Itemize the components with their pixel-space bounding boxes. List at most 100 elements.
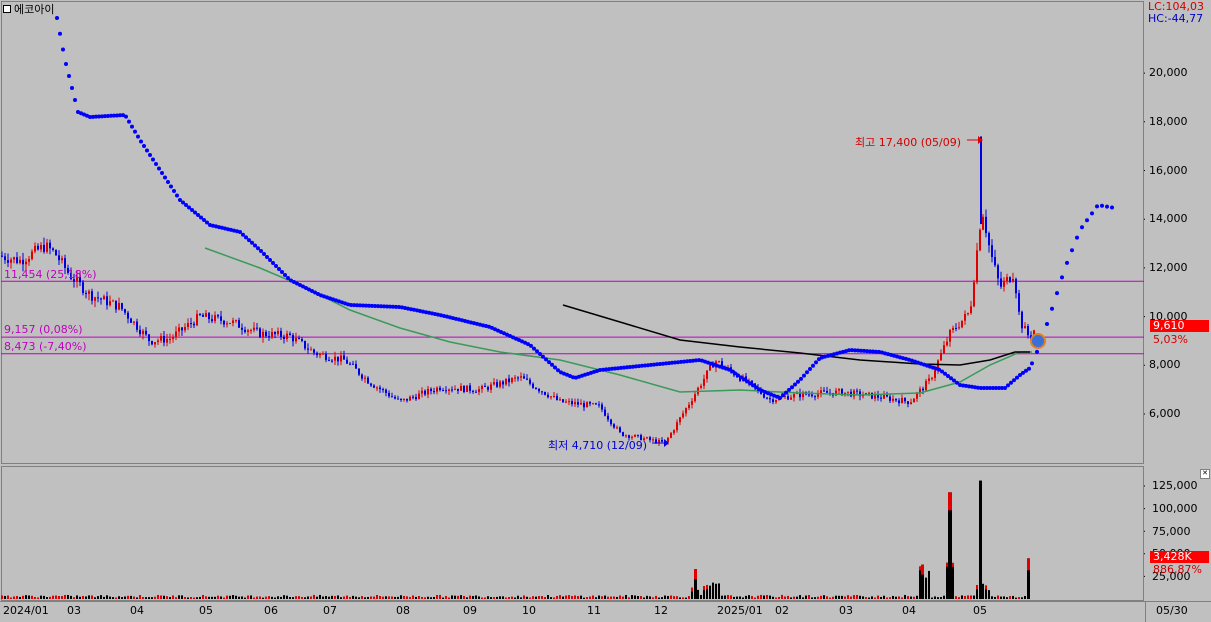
low-annotation: 최저 4,710 (12/09) <box>548 439 648 452</box>
volume-bar <box>892 595 894 599</box>
volume-bar <box>697 589 699 599</box>
volume-bar-cap <box>898 596 900 599</box>
volume-bar <box>841 595 843 599</box>
volume-bar-cap <box>49 596 51 599</box>
volume-bar-cap <box>511 596 513 599</box>
volume-bar-cap <box>256 596 258 599</box>
volume-bar-cap <box>55 595 57 599</box>
volume-bar-cap <box>424 597 426 599</box>
volume-bar-cap <box>373 596 375 599</box>
volume-bar <box>274 597 276 599</box>
volume-bar <box>169 597 171 599</box>
close-icon[interactable]: ✕ <box>1200 469 1210 479</box>
price-tick: 6,000 <box>1149 407 1181 420</box>
volume-bar <box>643 597 645 599</box>
volume-bar <box>355 596 357 599</box>
volume-bar-cap <box>205 596 207 599</box>
volume-bar <box>895 596 897 599</box>
volume-bar-cap <box>82 595 84 599</box>
volume-bar-cap <box>1009 596 1011 599</box>
volume-bar <box>535 596 537 599</box>
chart-title[interactable]: 에코아이 <box>3 2 55 16</box>
volume-bar-cap <box>970 595 972 599</box>
volume-bar <box>478 596 480 599</box>
volume-bar-cap <box>967 595 969 599</box>
volume-bar <box>859 595 861 599</box>
date-tick: 2025/01 <box>717 604 763 617</box>
volume-bar <box>1000 596 1002 599</box>
volume-bar <box>76 595 78 599</box>
volume-bar-cap <box>259 596 261 599</box>
volume-bar <box>145 597 147 599</box>
volume-bar <box>415 596 417 599</box>
volume-bar <box>319 594 321 599</box>
volume-bar-cap <box>787 595 789 599</box>
volume-bar-cap <box>589 596 591 599</box>
volume-bar-cap <box>439 594 441 599</box>
volume-bar <box>19 596 21 599</box>
volume-tick: 75,000 <box>1152 525 1191 538</box>
volume-bar-cap <box>523 595 525 599</box>
volume-bar <box>136 597 138 599</box>
volume-bar-cap <box>310 596 312 599</box>
volume-bar <box>100 595 102 599</box>
volume-bar <box>880 596 882 599</box>
volume-bar <box>721 595 723 599</box>
volume-bar <box>367 596 369 599</box>
volume-bar-cap <box>976 585 978 590</box>
volume-bar-cap <box>619 595 621 599</box>
volume-bar-cap <box>139 595 141 599</box>
volume-bar-cap <box>847 595 849 599</box>
volume-bar-cap <box>484 597 486 599</box>
volume-bar-cap <box>751 596 753 599</box>
volume-bar-cap <box>694 569 697 580</box>
volume-bar <box>241 596 243 599</box>
chart-window: 에코아이 LC:104,03 HC:-44,77 20,000 18,000 1… <box>0 0 1211 622</box>
volume-bar-cap <box>952 562 954 567</box>
volume-bar-cap <box>886 597 888 599</box>
current-price-tag: 9,610 <box>1150 320 1209 332</box>
volume-bar <box>724 595 726 599</box>
volume-bar <box>283 595 285 599</box>
volume-bar-cap <box>481 597 483 599</box>
volume-bar <box>994 596 996 599</box>
volume-bar <box>616 596 618 599</box>
volume-bar <box>475 595 477 599</box>
date-tick: 02 <box>775 604 789 617</box>
volume-bar <box>109 596 111 599</box>
volume-bar <box>232 595 234 599</box>
volume-bar <box>271 596 273 599</box>
volume-bar <box>598 595 600 599</box>
volume-bar <box>685 597 687 599</box>
volume-bar-cap <box>64 595 66 599</box>
volume-bar <box>736 596 738 599</box>
volume-bar <box>103 596 105 599</box>
volume-bar <box>502 596 504 599</box>
volume-bar <box>79 596 81 599</box>
volume-bar <box>1003 596 1005 599</box>
volume-bar <box>286 595 288 599</box>
volume-bar <box>595 597 597 599</box>
volume-bar <box>220 596 222 599</box>
volume-bar <box>121 597 123 599</box>
volume-bar-cap <box>391 596 393 599</box>
volume-chart[interactable] <box>0 0 1145 601</box>
price-tick: 20,000 <box>1149 66 1188 79</box>
price-tick: 8,000 <box>1149 358 1181 371</box>
volume-bar <box>928 570 930 599</box>
volume-bar <box>796 596 798 599</box>
volume-bar <box>823 595 825 599</box>
volume-bar <box>229 595 231 599</box>
volume-bar-cap <box>1027 558 1030 571</box>
volume-bar <box>28 595 30 599</box>
volume-bar <box>946 562 948 599</box>
volume-bar-cap <box>346 595 348 599</box>
volume-bar-cap <box>901 597 903 599</box>
date-tick: 07 <box>323 604 337 617</box>
current-volume-tag: 3,428K <box>1150 551 1209 563</box>
volume-bar <box>664 595 666 599</box>
volume-bar-cap <box>268 596 270 599</box>
volume-bar <box>745 595 747 599</box>
volume-bar-cap <box>166 596 168 599</box>
volume-bar-cap <box>61 596 63 599</box>
